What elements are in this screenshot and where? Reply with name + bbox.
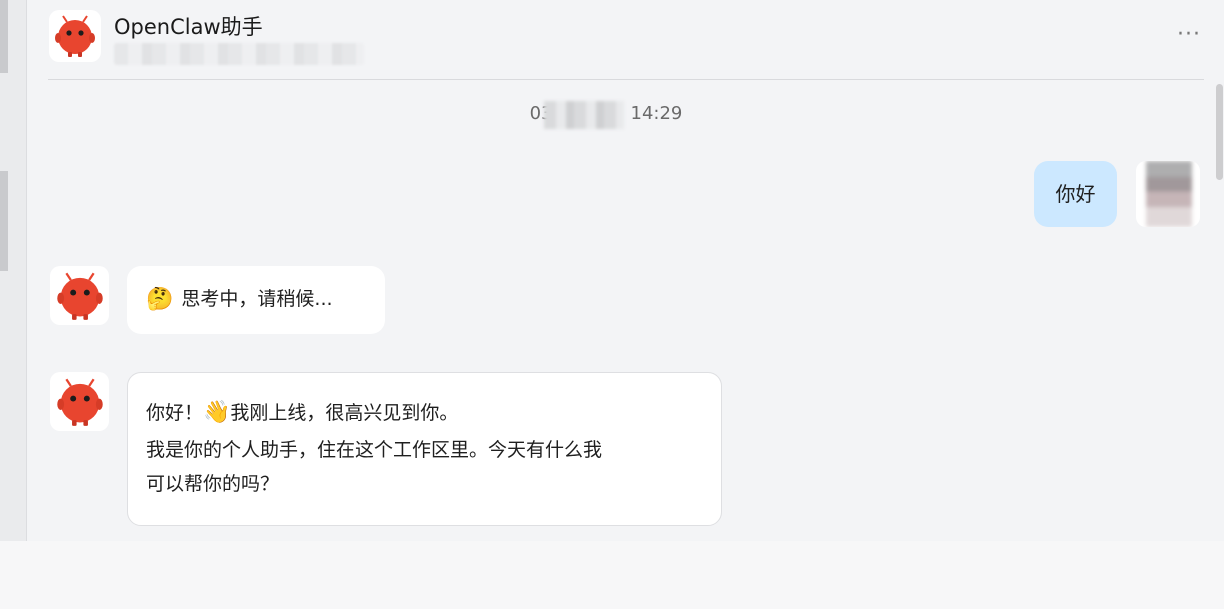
chat-window: OpenClaw助手 ··· 0314:29 你好 🤔 思考中，请稍候... bbox=[28, 0, 1224, 541]
background-window-strip bbox=[0, 0, 27, 541]
bot-avatar[interactable] bbox=[50, 372, 109, 431]
message-timestamp: 03 14:29 bbox=[28, 101, 1184, 129]
reply-line-1: 你好！👋我刚上线，很高兴见到你。 bbox=[146, 393, 703, 433]
waving-hand-icon: 👋 bbox=[203, 400, 231, 425]
chat-scrollbar[interactable] bbox=[1216, 84, 1223, 180]
timestamp-suffix: 14:29 bbox=[630, 103, 683, 124]
user-avatar-image bbox=[1146, 161, 1192, 227]
user-avatar[interactable] bbox=[1136, 161, 1200, 227]
chat-header: OpenClaw助手 ··· bbox=[48, 0, 1204, 80]
thinking-face-icon: 🤔 bbox=[146, 286, 174, 312]
timestamp-redaction bbox=[543, 101, 624, 129]
reply-line-2: 我是你的个人助手，住在这个工作区里。今天有什么我 bbox=[146, 438, 603, 461]
user-message-bubble: 你好 bbox=[1034, 161, 1117, 227]
chat-subtitle-redacted bbox=[114, 43, 364, 65]
reply-greeting: 你好！ bbox=[146, 402, 204, 424]
bot-reply-bubble: 你好！👋我刚上线，很高兴见到你。 我是你的个人助手，住在这个工作区里。今天有什么… bbox=[127, 372, 722, 526]
user-message-text: 你好 bbox=[1055, 181, 1096, 206]
more-dots-icon[interactable]: ··· bbox=[1174, 22, 1204, 52]
bot-thinking-bubble: 🤔 思考中，请稍候... bbox=[127, 266, 385, 334]
bot-avatar[interactable] bbox=[50, 266, 109, 325]
reply-line-3: 可以帮你的吗？ bbox=[146, 472, 280, 495]
lobster-mascot-icon bbox=[56, 378, 103, 426]
chat-title: OpenClaw助手 bbox=[114, 15, 263, 39]
lobster-mascot-icon bbox=[56, 272, 103, 320]
strip-bar bbox=[0, 171, 8, 271]
footer-area bbox=[0, 541, 1224, 609]
bot-avatar[interactable] bbox=[49, 10, 101, 62]
reply-intro: 我刚上线，很高兴见到你。 bbox=[230, 402, 459, 424]
strip-bar bbox=[0, 0, 8, 73]
lobster-mascot-icon bbox=[55, 15, 95, 57]
thinking-text: 思考中，请稍候... bbox=[181, 288, 333, 311]
